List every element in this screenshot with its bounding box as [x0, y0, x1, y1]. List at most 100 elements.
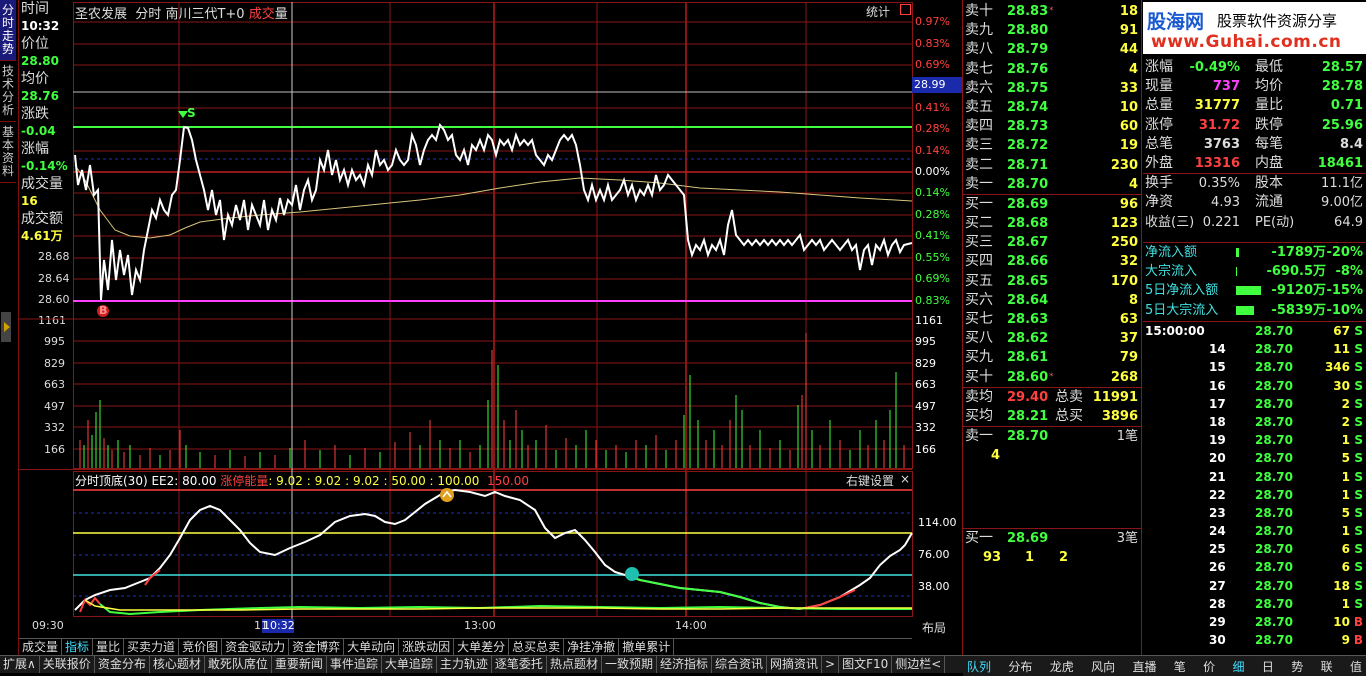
tab-sidebar[interactable]: 侧边栏< — [892, 656, 946, 673]
logo-slogan: 股票软件资源分享 — [1217, 12, 1338, 30]
top-signal-icon — [440, 488, 454, 502]
tab-more[interactable]: > — [822, 656, 840, 673]
tab-fund-distribution[interactable]: 资金分布 — [95, 656, 150, 673]
tab-detail[interactable]: 细 — [1229, 658, 1249, 675]
bid-row: 买九 28.61 79 — [965, 349, 1138, 366]
tab-big-order-tracking[interactable]: 大单追踪 — [382, 656, 437, 673]
tab-auction-chart[interactable]: 竞价图 — [179, 639, 223, 656]
tab-related-quotes[interactable]: 关联报价 — [40, 656, 95, 673]
tab-total-buy-sell[interactable]: 总买总卖 — [509, 639, 565, 656]
tab-live[interactable]: 直播 — [1128, 658, 1160, 675]
tick-row: 28 28.70 1 S — [1209, 596, 1363, 611]
tick-list[interactable]: 15:00:00 28.70 67 S 14 28.70 11 S 15 28.70 346 S … — [1143, 321, 1366, 649]
stat-row: 收益(三) 0.221 PE(动) 64.9 — [1145, 214, 1363, 230]
tab-fund-game[interactable]: 资金博弈 — [289, 639, 345, 656]
vol-axis-right-2: 829 — [915, 357, 936, 370]
tab-order-by-order[interactable]: 逐笔委托 — [492, 656, 547, 673]
indicator-tab-bar: 成交量 指标 量比 买卖力道 竞价图 资金驱动力 资金博弈 大单动向 涨跌动因 … — [19, 638, 912, 656]
tick-row: 26 28.70 6 S — [1209, 560, 1363, 575]
tab-web-digest[interactable]: 网摘资讯 — [767, 656, 823, 673]
stat-row: 现量 737 均价 28.78 — [1145, 78, 1363, 95]
tab-indicator[interactable]: 指标 — [62, 639, 94, 656]
indicator-header: 分时顶底(30) EE2: 80.00 涨停能量: 9.02 : 9.02 : … — [75, 472, 529, 489]
tab-ticks[interactable]: 笔 — [1170, 658, 1190, 675]
bid-row: 买八 28.62 37 — [965, 330, 1138, 347]
tab-change-cause[interactable]: 涨跌动因 — [399, 639, 455, 656]
ind-axis-2: 38.00 — [918, 580, 950, 593]
tab-big-order-trend[interactable]: 大单动向 — [344, 639, 400, 656]
pct-axis-8: 0.14% — [915, 186, 950, 199]
bottom-tab-bar: 扩展∧ 关联报价 资金分布 核心题材 敢死队席位 重要新闻 事件追踪 大单追踪 … — [0, 655, 963, 673]
ind-axis-0: 114.00 — [918, 516, 957, 529]
tab-volume[interactable]: 成交量 — [19, 639, 63, 656]
layout-button[interactable]: 布局 — [922, 619, 946, 636]
vol-axis-right-3: 663 — [915, 378, 936, 391]
tab-important-news[interactable]: 重要新闻 — [272, 656, 327, 673]
pct-axis-13: 0.83% — [915, 294, 950, 307]
ind-axis-1: 76.00 — [918, 548, 950, 561]
tick-row: 25 28.70 6 S — [1209, 542, 1363, 557]
tab-cancel-accum[interactable]: 撤单累计 — [619, 639, 675, 656]
stat-row: 总量 31777 量比 0.71 — [1145, 97, 1363, 114]
queue-ask-row: 卖一 28.70 1笔 — [965, 428, 1138, 445]
tab-hot-theme[interactable]: 热点题材 — [547, 656, 602, 673]
tab-buy-sell-force[interactable]: 买卖力道 — [124, 639, 180, 656]
tab-net-order-cancel[interactable]: 净挂净撤 — [564, 639, 620, 656]
right-click-settings[interactable]: 右键设置 — [846, 472, 894, 489]
bid-row: 买十 28.60 * 268 — [965, 368, 1138, 385]
tab-fund-drive[interactable]: 资金驱动力 — [222, 639, 290, 656]
ask-row: 卖四 28.73 60 — [965, 118, 1138, 135]
stat-row: 总笔 3763 每笔 8.4 — [1145, 135, 1363, 152]
vol-axis-right-6: 166 — [915, 443, 936, 456]
vol-axis-right-0: 1161 — [915, 314, 943, 327]
tab-general-news[interactable]: 综合资讯 — [712, 656, 767, 673]
tab-price[interactable]: 价 — [1199, 658, 1219, 675]
indicator-name[interactable]: 分时顶底(30) — [75, 474, 148, 488]
tab-linked[interactable]: 联 — [1317, 658, 1337, 675]
tab-big-order-diff[interactable]: 大单差分 — [454, 639, 510, 656]
tick-row: 29 28.70 10 B — [1209, 615, 1363, 629]
pct-axis-7: 0.00% — [915, 165, 950, 178]
pct-axis-2: 0.69% — [915, 58, 950, 71]
logo-url: www.Guhai.com.cn — [1151, 32, 1342, 52]
tab-event-tracking[interactable]: 事件追踪 — [327, 656, 382, 673]
time-axis-0930: 09:30 — [32, 619, 64, 632]
buy-marker-label: B — [99, 304, 108, 317]
tab-daily[interactable]: 日 — [1258, 658, 1278, 675]
tab-distribution[interactable]: 分布 — [1004, 658, 1036, 675]
tab-dare-team-seats[interactable]: 敢死队席位 — [205, 656, 272, 673]
tab-main-force-track[interactable]: 主力轨迹 — [437, 656, 492, 673]
tick-row: 27 28.70 18 S — [1209, 578, 1363, 593]
tab-dragon-tiger[interactable]: 龙虎 — [1046, 658, 1078, 675]
tab-core-theme[interactable]: 核心题材 — [150, 656, 205, 673]
indicator-150: 150.00 — [487, 474, 530, 488]
tab-f10[interactable]: 图文F10 — [839, 656, 893, 673]
divider-2 — [1141, 0, 1142, 655]
stat-row: 净资 4.93 流通 9.00亿 — [1145, 194, 1363, 211]
bid-row: 买三 28.67 250 — [965, 234, 1138, 251]
tab-economic-indicators[interactable]: 经济指标 — [657, 656, 712, 673]
ask-row: 卖二 28.71 230 — [965, 156, 1138, 173]
detail-tab-bar: 队列 分布 龙虎 风向 直播 笔 价 细 日 势 联 值 — [963, 655, 1366, 676]
tab-value[interactable]: 值 — [1346, 658, 1366, 675]
logo-name: 股海网 — [1147, 11, 1205, 33]
logo-banner[interactable]: 股海网 股票软件资源分享 www.Guhai.com.cn — [1143, 2, 1366, 54]
tab-wind-vane[interactable]: 风向 — [1087, 658, 1119, 675]
indicator-ee2: EE2: 80.00 — [151, 474, 217, 488]
vol-axis-right-4: 497 — [915, 400, 936, 413]
ask-row: 卖六 28.75 33 — [965, 79, 1138, 96]
tab-trend[interactable]: 势 — [1287, 658, 1307, 675]
tab-volume-ratio[interactable]: 量比 — [93, 639, 125, 656]
vol-axis-right-5: 332 — [915, 421, 936, 434]
tick-row: 15:00:00 28.70 67 S — [1145, 324, 1363, 338]
tab-queue[interactable]: 队列 — [963, 658, 995, 675]
close-icon[interactable]: × — [900, 472, 910, 486]
tick-row: 30 28.70 9 B — [1209, 633, 1363, 648]
flow-row: 大宗流入 -690.5万 -8% — [1145, 264, 1363, 280]
bid-row: 买二 28.68 123 — [965, 215, 1138, 232]
stat-row: 涨停 31.72 跌停 25.96 — [1145, 116, 1363, 133]
pct-axis-12: 0.69% — [915, 272, 950, 285]
pct-axis-6: 0.14% — [915, 144, 950, 157]
tab-consensus[interactable]: 一致预期 — [602, 656, 657, 673]
tab-expand[interactable]: 扩展∧ — [0, 656, 40, 673]
